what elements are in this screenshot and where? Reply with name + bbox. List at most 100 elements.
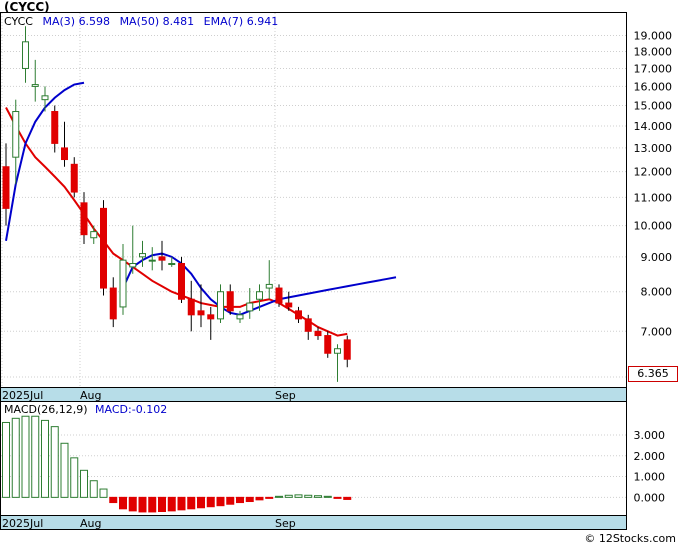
candle-body	[217, 291, 224, 320]
candle-body	[246, 302, 254, 312]
candle-body	[100, 207, 107, 289]
last-price-badge: 6.365	[628, 366, 678, 382]
price-x-label: Sep	[275, 389, 296, 402]
ticker-symbol: (CYCC)	[4, 0, 50, 14]
legend-symbol: CYCC	[4, 15, 33, 28]
macd-y-tick-label: 2.000	[634, 450, 666, 463]
price-y-tick-label: 17.000	[634, 62, 673, 75]
candle-body	[61, 147, 68, 161]
macd-y-tick-label: 3.000	[634, 429, 666, 442]
macd-bar	[50, 426, 59, 498]
credit-text: © 12Stocks.com	[584, 532, 676, 545]
candle-body	[178, 263, 185, 300]
candle-body	[80, 202, 88, 236]
candle-body	[304, 318, 312, 332]
price-y-tick-label: 10.000	[634, 220, 673, 233]
macd-y-ticks: 0.000 1.000 2.000 3.000	[634, 429, 666, 504]
macd-bar	[109, 496, 118, 504]
candle-body	[90, 231, 98, 239]
candle-body	[70, 163, 78, 193]
price-y-tick-label: 18.000	[634, 46, 673, 59]
candle-body	[31, 84, 39, 87]
macd-bar	[187, 496, 196, 510]
price-y-tick-label: 19.000	[634, 30, 673, 43]
price-y-tick-label: 9.000	[641, 251, 673, 264]
candle-body	[314, 330, 322, 337]
price-y-tick-label: 7.000	[641, 325, 673, 338]
candle-body	[285, 302, 293, 308]
macd-bar	[148, 496, 157, 513]
candle-body	[139, 253, 146, 258]
macd-bar	[128, 496, 137, 512]
macd-bar	[70, 457, 79, 498]
macd-x-label: 2025Jul	[2, 517, 43, 530]
macd-bar	[236, 496, 244, 504]
macd-bar	[226, 496, 235, 505]
candle-body	[41, 95, 49, 101]
candle-body	[226, 291, 234, 312]
macd-bar	[294, 494, 303, 498]
chart-frame: 6.0007.0008.0009.00010.00011.00012.00013…	[0, 12, 673, 530]
macd-legend: MACD(26,12,9) MACD:-0.102	[4, 403, 167, 416]
macd-label: MACD(26,12,9)	[4, 403, 88, 416]
legend-ma50: MA(50) 8.481	[119, 15, 195, 28]
price-y-tick-label: 13.000	[634, 142, 673, 155]
price-y-ticks: 6.0007.0008.0009.00010.00011.00012.00013…	[634, 30, 673, 384]
price-y-tick-label: 12.000	[634, 166, 673, 179]
price-x-label: 2025Jul	[2, 389, 43, 402]
macd-bar	[31, 415, 40, 498]
candle-body	[109, 287, 117, 320]
macd-bar	[323, 495, 332, 498]
candle-body	[119, 259, 127, 308]
candle-body	[295, 310, 302, 320]
candle-body	[12, 111, 20, 158]
candle-body	[22, 41, 29, 69]
macd-bar	[167, 496, 176, 512]
candle-body	[168, 263, 176, 266]
macd-bar	[333, 496, 342, 499]
macd-bar	[11, 417, 20, 498]
candle-body	[207, 314, 215, 320]
macd-bar	[21, 415, 30, 498]
legend-ma3: MA(3) 6.598	[42, 15, 111, 28]
candle-body	[275, 287, 283, 304]
macd-bar	[197, 496, 205, 509]
candle-body	[236, 314, 244, 320]
macd-bar	[2, 421, 10, 498]
macd-value: MACD:-0.102	[95, 403, 168, 416]
candle-body	[129, 263, 137, 268]
macd-y-tick-label: 0.000	[634, 491, 666, 504]
candle-body	[51, 111, 59, 144]
macd-bar	[255, 496, 264, 501]
macd-bar	[138, 496, 147, 513]
candle-body	[334, 348, 341, 354]
candle-body	[343, 339, 351, 360]
legend-ema7: EMA(7) 6.941	[203, 15, 279, 28]
macd-bar	[216, 496, 225, 507]
macd-bar	[314, 495, 322, 498]
macd-bar	[158, 496, 166, 513]
price-y-tick-label: 15.000	[634, 100, 673, 113]
price-legend: CYCC MA(3) 6.598 MA(50) 8.481 EMA(7) 6.9…	[4, 15, 278, 28]
candle-body	[148, 259, 156, 262]
candle-body	[187, 298, 195, 316]
candle-body	[265, 283, 273, 289]
macd-bar	[245, 496, 254, 503]
macd-bar	[206, 496, 215, 508]
macd-bar	[41, 419, 49, 498]
macd-bar	[284, 494, 293, 498]
candle-body	[324, 335, 332, 354]
macd-bar	[275, 495, 283, 498]
price-x-label: Aug	[80, 389, 101, 402]
macd-bar	[343, 496, 352, 500]
price-y-tick-label: 16.000	[634, 80, 673, 93]
macd-bar	[304, 494, 313, 498]
macd-bar	[177, 496, 186, 511]
price-y-tick-label: 14.000	[634, 120, 673, 133]
macd-y-tick-label: 1.000	[634, 471, 666, 484]
macd-bar	[60, 442, 69, 498]
candle-body	[158, 256, 166, 261]
price-y-tick-label: 11.000	[634, 191, 673, 204]
candle-body	[2, 166, 10, 209]
price-y-tick-label: 8.000	[641, 286, 673, 299]
